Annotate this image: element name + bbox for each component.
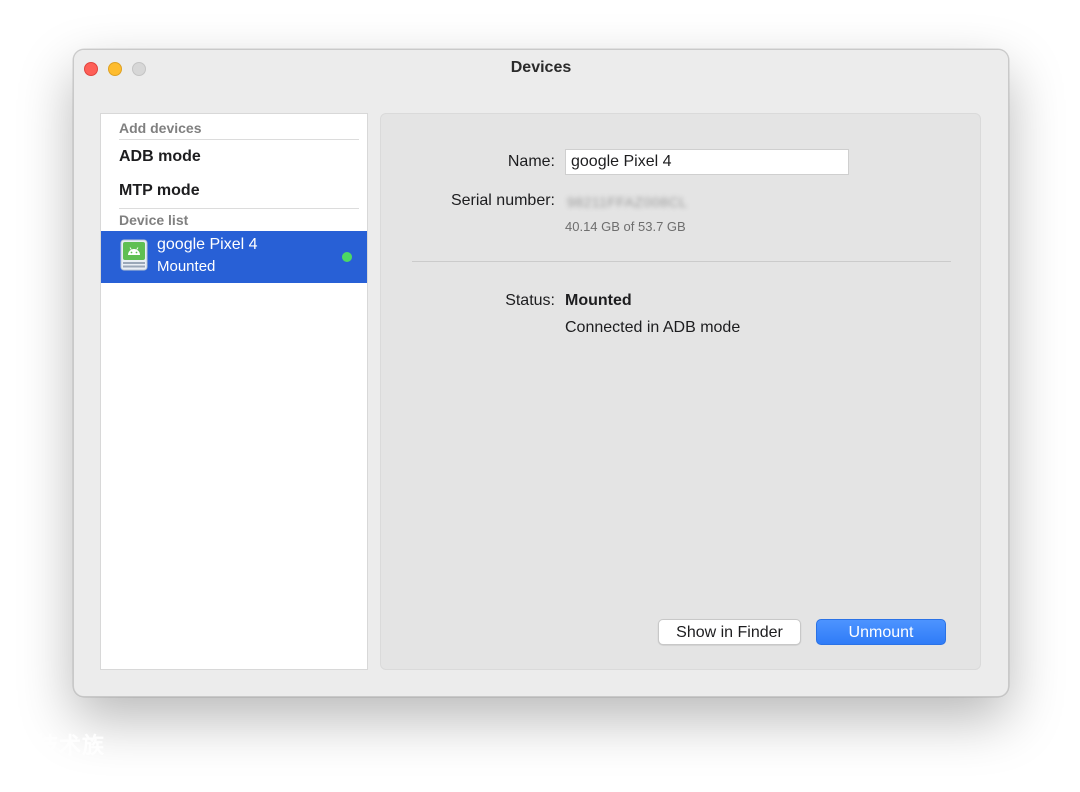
storage-usage: 40.14 GB of 53.7 GB [565,219,686,234]
devices-window: Devices Add devices ADB mode MTP mode De… [73,49,1009,697]
name-label: Name: [507,153,555,170]
watermark: 技术族 [36,733,106,758]
device-name: google Pixel 4 [157,236,258,253]
device-list-item[interactable]: google Pixel 4 Mounted [101,231,367,283]
device-status: Mounted [157,258,216,275]
android-drive-icon [120,239,148,271]
unmount-button[interactable]: Unmount [816,619,946,645]
section-divider [412,261,951,262]
sidebar: Add devices ADB mode MTP mode Device lis… [100,113,368,670]
serial-number-value: 98211FFAZ008CL [567,194,688,210]
window-title: Devices [510,59,572,76]
sidebar-item-mtp-mode[interactable]: MTP mode [101,174,367,208]
status-label: Status: [505,292,555,309]
title-bar[interactable]: Devices [74,50,1008,88]
sidebar-section-add-devices: Add devices [119,120,202,136]
serial-number-label: Serial number: [450,192,555,209]
online-status-indicator [342,252,352,262]
device-details-panel: Name: Serial number: 98211FFAZ008CL 40.1… [380,113,981,670]
status-value: Mounted [565,292,632,309]
sidebar-section-device-list: Device list [119,212,189,228]
sidebar-item-adb-mode[interactable]: ADB mode [101,140,367,174]
show-in-finder-button[interactable]: Show in Finder [658,619,801,645]
connection-mode-text: Connected in ADB mode [565,319,741,336]
device-name-field[interactable] [565,149,849,175]
